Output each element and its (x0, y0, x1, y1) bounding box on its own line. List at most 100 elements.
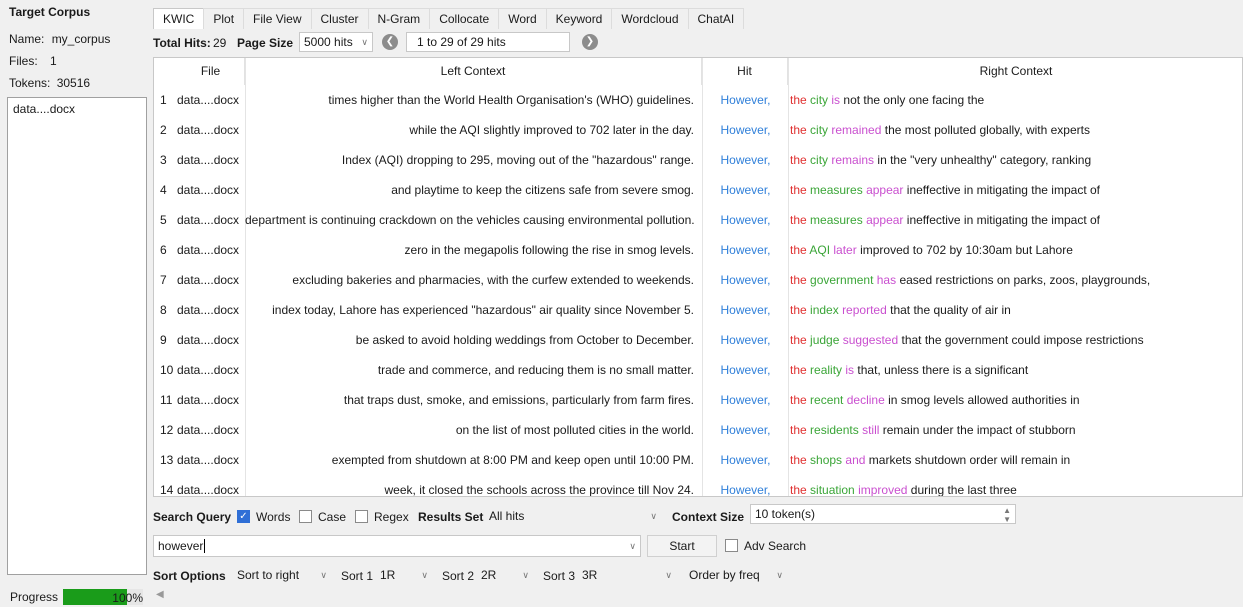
table-row[interactable]: 1 data....docx times higher than the World… (154, 85, 1242, 115)
table-row[interactable]: 4 data....docx and playtime to keep the ci… (154, 175, 1242, 205)
row-hit[interactable]: However, (703, 85, 788, 115)
results-set-select[interactable]: All hits ∨ (484, 506, 662, 526)
spinner-icon[interactable]: ▲ ▼ (1003, 506, 1011, 524)
table-row[interactable]: 9 data....docx be asked to avoid holding w… (154, 325, 1242, 355)
right-word-3: remains (831, 153, 875, 167)
start-button[interactable]: Start (647, 535, 717, 557)
table-row[interactable]: 7 data....docx excluding bakeries and phar… (154, 265, 1242, 295)
right-word-2: AQI (809, 243, 831, 257)
row-file: data....docx (177, 303, 240, 317)
row-left-context: and playtime to keep the citizens safe f… (391, 183, 694, 197)
row-file: data....docx (177, 483, 240, 497)
row-file: data....docx (177, 183, 240, 197)
column-header-file[interactable]: File (177, 58, 245, 85)
column-header-right-context[interactable]: Right Context (788, 58, 1242, 85)
table-row[interactable]: 10 data....docx trade and commerce, and re… (154, 355, 1242, 385)
search-query-input[interactable]: however ∨ (153, 535, 641, 557)
adv-search-checkbox[interactable] (725, 539, 738, 552)
row-right-context: the AQI later improved to 702 by 10:30am… (790, 235, 1240, 265)
row-hit[interactable]: However, (703, 295, 788, 325)
right-word-3: appear (866, 183, 904, 197)
table-row[interactable]: 3 data....docx Index (AQI) dropping to 295… (154, 145, 1242, 175)
table-row[interactable]: 13 data....docx exempted from shutdown at … (154, 445, 1242, 475)
corpus-panel-title: Target Corpus (9, 5, 91, 19)
prev-page-icon[interactable]: ❮ (382, 34, 398, 50)
page-size-value: 5000 hits (304, 35, 353, 49)
tab-kwic[interactable]: KWIC (153, 8, 205, 29)
corpus-name: Name: my_corpus (9, 32, 110, 46)
row-file: data....docx (177, 123, 240, 137)
next-page-icon[interactable]: ❯ (582, 34, 598, 50)
file-list[interactable]: data....docx (7, 97, 147, 575)
right-word-3: decline (846, 393, 885, 407)
row-hit[interactable]: However, (703, 415, 788, 445)
table-row[interactable]: 2 data....docx while the AQI slightly impr… (154, 115, 1242, 145)
tab-file-view[interactable]: File View (243, 8, 312, 29)
words-label: Words (256, 510, 291, 524)
table-row[interactable]: 11 data....docx that traps dust, smoke, an… (154, 385, 1242, 415)
row-hit[interactable]: However, (703, 115, 788, 145)
right-word-2: city (810, 153, 829, 167)
tab-n-gram[interactable]: N-Gram (367, 8, 431, 29)
row-file: data....docx (177, 363, 240, 377)
scroll-left-icon[interactable]: ◀ (156, 589, 164, 600)
column-header-hit[interactable]: Hit (702, 58, 788, 85)
row-hit[interactable]: However, (703, 355, 788, 385)
row-hit[interactable]: However, (703, 445, 788, 475)
row-right-context: the judge suggested that the government … (790, 325, 1240, 355)
tab-chatai[interactable]: ChatAI (687, 8, 745, 29)
words-checkbox[interactable]: ✓ (237, 510, 250, 523)
regex-checkbox[interactable] (355, 510, 368, 523)
right-word-3: still (862, 423, 880, 437)
right-word-1: the (790, 453, 807, 467)
order-select[interactable]: Order by freq ∨ (684, 565, 788, 585)
row-right-context: the residents still remain under the imp… (790, 415, 1240, 445)
corpus-name-label: Name: (9, 32, 45, 46)
row-left-context: be asked to avoid holding weddings from … (355, 333, 694, 347)
context-size-value: 10 token(s) (755, 507, 816, 521)
table-row[interactable]: 12 data....docx on the list of most pollut… (154, 415, 1242, 445)
row-hit[interactable]: However, (703, 235, 788, 265)
tab-wordcloud[interactable]: Wordcloud (611, 8, 689, 29)
row-hit[interactable]: However, (703, 205, 788, 235)
sort1-select[interactable]: 1R ∨ (375, 565, 433, 585)
row-hit[interactable]: However, (703, 175, 788, 205)
page-size-select[interactable]: 5000 hits ∨ (299, 32, 373, 52)
right-word-rest: that the quality of air in (890, 303, 1011, 317)
right-word-1: the (790, 483, 807, 497)
corpus-files-label: Files: (9, 54, 38, 68)
table-row[interactable]: 6 data....docx zero in the megapolis follo… (154, 235, 1242, 265)
row-hit[interactable]: However, (703, 325, 788, 355)
progress-text: 100% (112, 591, 143, 605)
row-hit[interactable]: However, (703, 385, 788, 415)
row-left-context: excluding bakeries and pharmacies, with … (292, 273, 694, 287)
row-hit[interactable]: However, (703, 265, 788, 295)
right-word-3: reported (842, 303, 887, 317)
row-hit[interactable]: However, (703, 145, 788, 175)
tab-keyword[interactable]: Keyword (545, 8, 613, 29)
sort2-select[interactable]: 2R ∨ (476, 565, 534, 585)
sort-mode-select[interactable]: Sort to right ∨ (232, 565, 332, 585)
row-left-context: week, it closed the schools across the p… (384, 483, 694, 497)
tab-word[interactable]: Word (498, 8, 547, 29)
right-word-1: the (790, 93, 807, 107)
case-checkbox[interactable] (299, 510, 312, 523)
kwic-table[interactable]: File Left Context Hit Right Context 1 dat… (153, 57, 1243, 497)
table-row[interactable]: 8 data....docx index today, Lahore has exp… (154, 295, 1242, 325)
file-list-item[interactable]: data....docx (8, 98, 146, 120)
sort3-select[interactable]: 3R ∨ (577, 565, 677, 585)
table-row[interactable]: 5 data....docx department is continuing cr… (154, 205, 1242, 235)
row-left-context: exempted from shutdown at 8:00 PM and ke… (331, 453, 694, 467)
tab-cluster[interactable]: Cluster (310, 8, 369, 29)
tab-collocate[interactable]: Collocate (429, 8, 500, 29)
context-size-spinner[interactable]: 10 token(s) ▲ ▼ (750, 504, 1016, 524)
corpus-files: Files: 1 (9, 54, 57, 68)
row-hit[interactable]: However, (703, 475, 788, 496)
page-range-field[interactable]: 1 to 29 of 29 hits (406, 32, 570, 52)
results-toolbar: Total Hits: 29 Page Size 5000 hits ∨ ❮ 1… (153, 31, 613, 53)
table-row[interactable]: 14 data....docx week, it closed the school… (154, 475, 1242, 497)
column-header-left-context[interactable]: Left Context (245, 58, 702, 85)
tab-plot[interactable]: Plot (203, 8, 245, 29)
sort1-value: 1R (380, 568, 396, 582)
right-word-3: improved (858, 483, 908, 497)
